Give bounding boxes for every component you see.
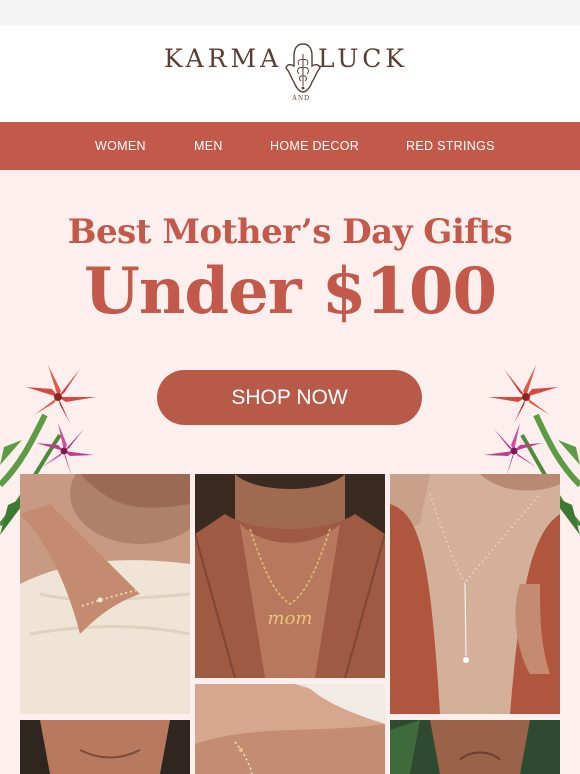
photo-mom-necklace[interactable]: mom — [195, 474, 385, 678]
shop-now-button[interactable]: SHOP NOW — [157, 370, 422, 425]
top-spacer-bar — [0, 0, 580, 26]
nav-item-women[interactable]: WOMEN — [95, 139, 146, 153]
hero-headline: Best Mother’s Day Gifts — [67, 212, 513, 252]
nav-item-home-decor[interactable]: HOME DECOR — [270, 139, 359, 153]
photo-hand-bracelet[interactable] — [195, 684, 385, 774]
nav-item-men[interactable]: MEN — [194, 139, 223, 153]
logo-word-luck[interactable]: LUCK — [318, 44, 408, 73]
hero-banner[interactable]: Best Mother’s Day Gifts Under $100 SHOP … — [0, 170, 580, 774]
hero-subheadline: Under $100 — [84, 254, 497, 329]
main-nav: WOMEN MEN HOME DECOR RED STRINGS — [0, 122, 580, 170]
photo-bottom-left[interactable] — [20, 720, 190, 774]
photo-bottom-right[interactable] — [390, 720, 560, 774]
photo-lariat-necklace[interactable] — [390, 474, 560, 714]
logo-word-karma[interactable]: KARMA — [164, 44, 282, 73]
photo-bracelet-model[interactable] — [20, 474, 190, 714]
logo-word-and: AND — [292, 94, 311, 102]
nav-item-red-strings[interactable]: RED STRINGS — [406, 139, 495, 153]
necklace-pendant-text: mom — [268, 608, 313, 629]
